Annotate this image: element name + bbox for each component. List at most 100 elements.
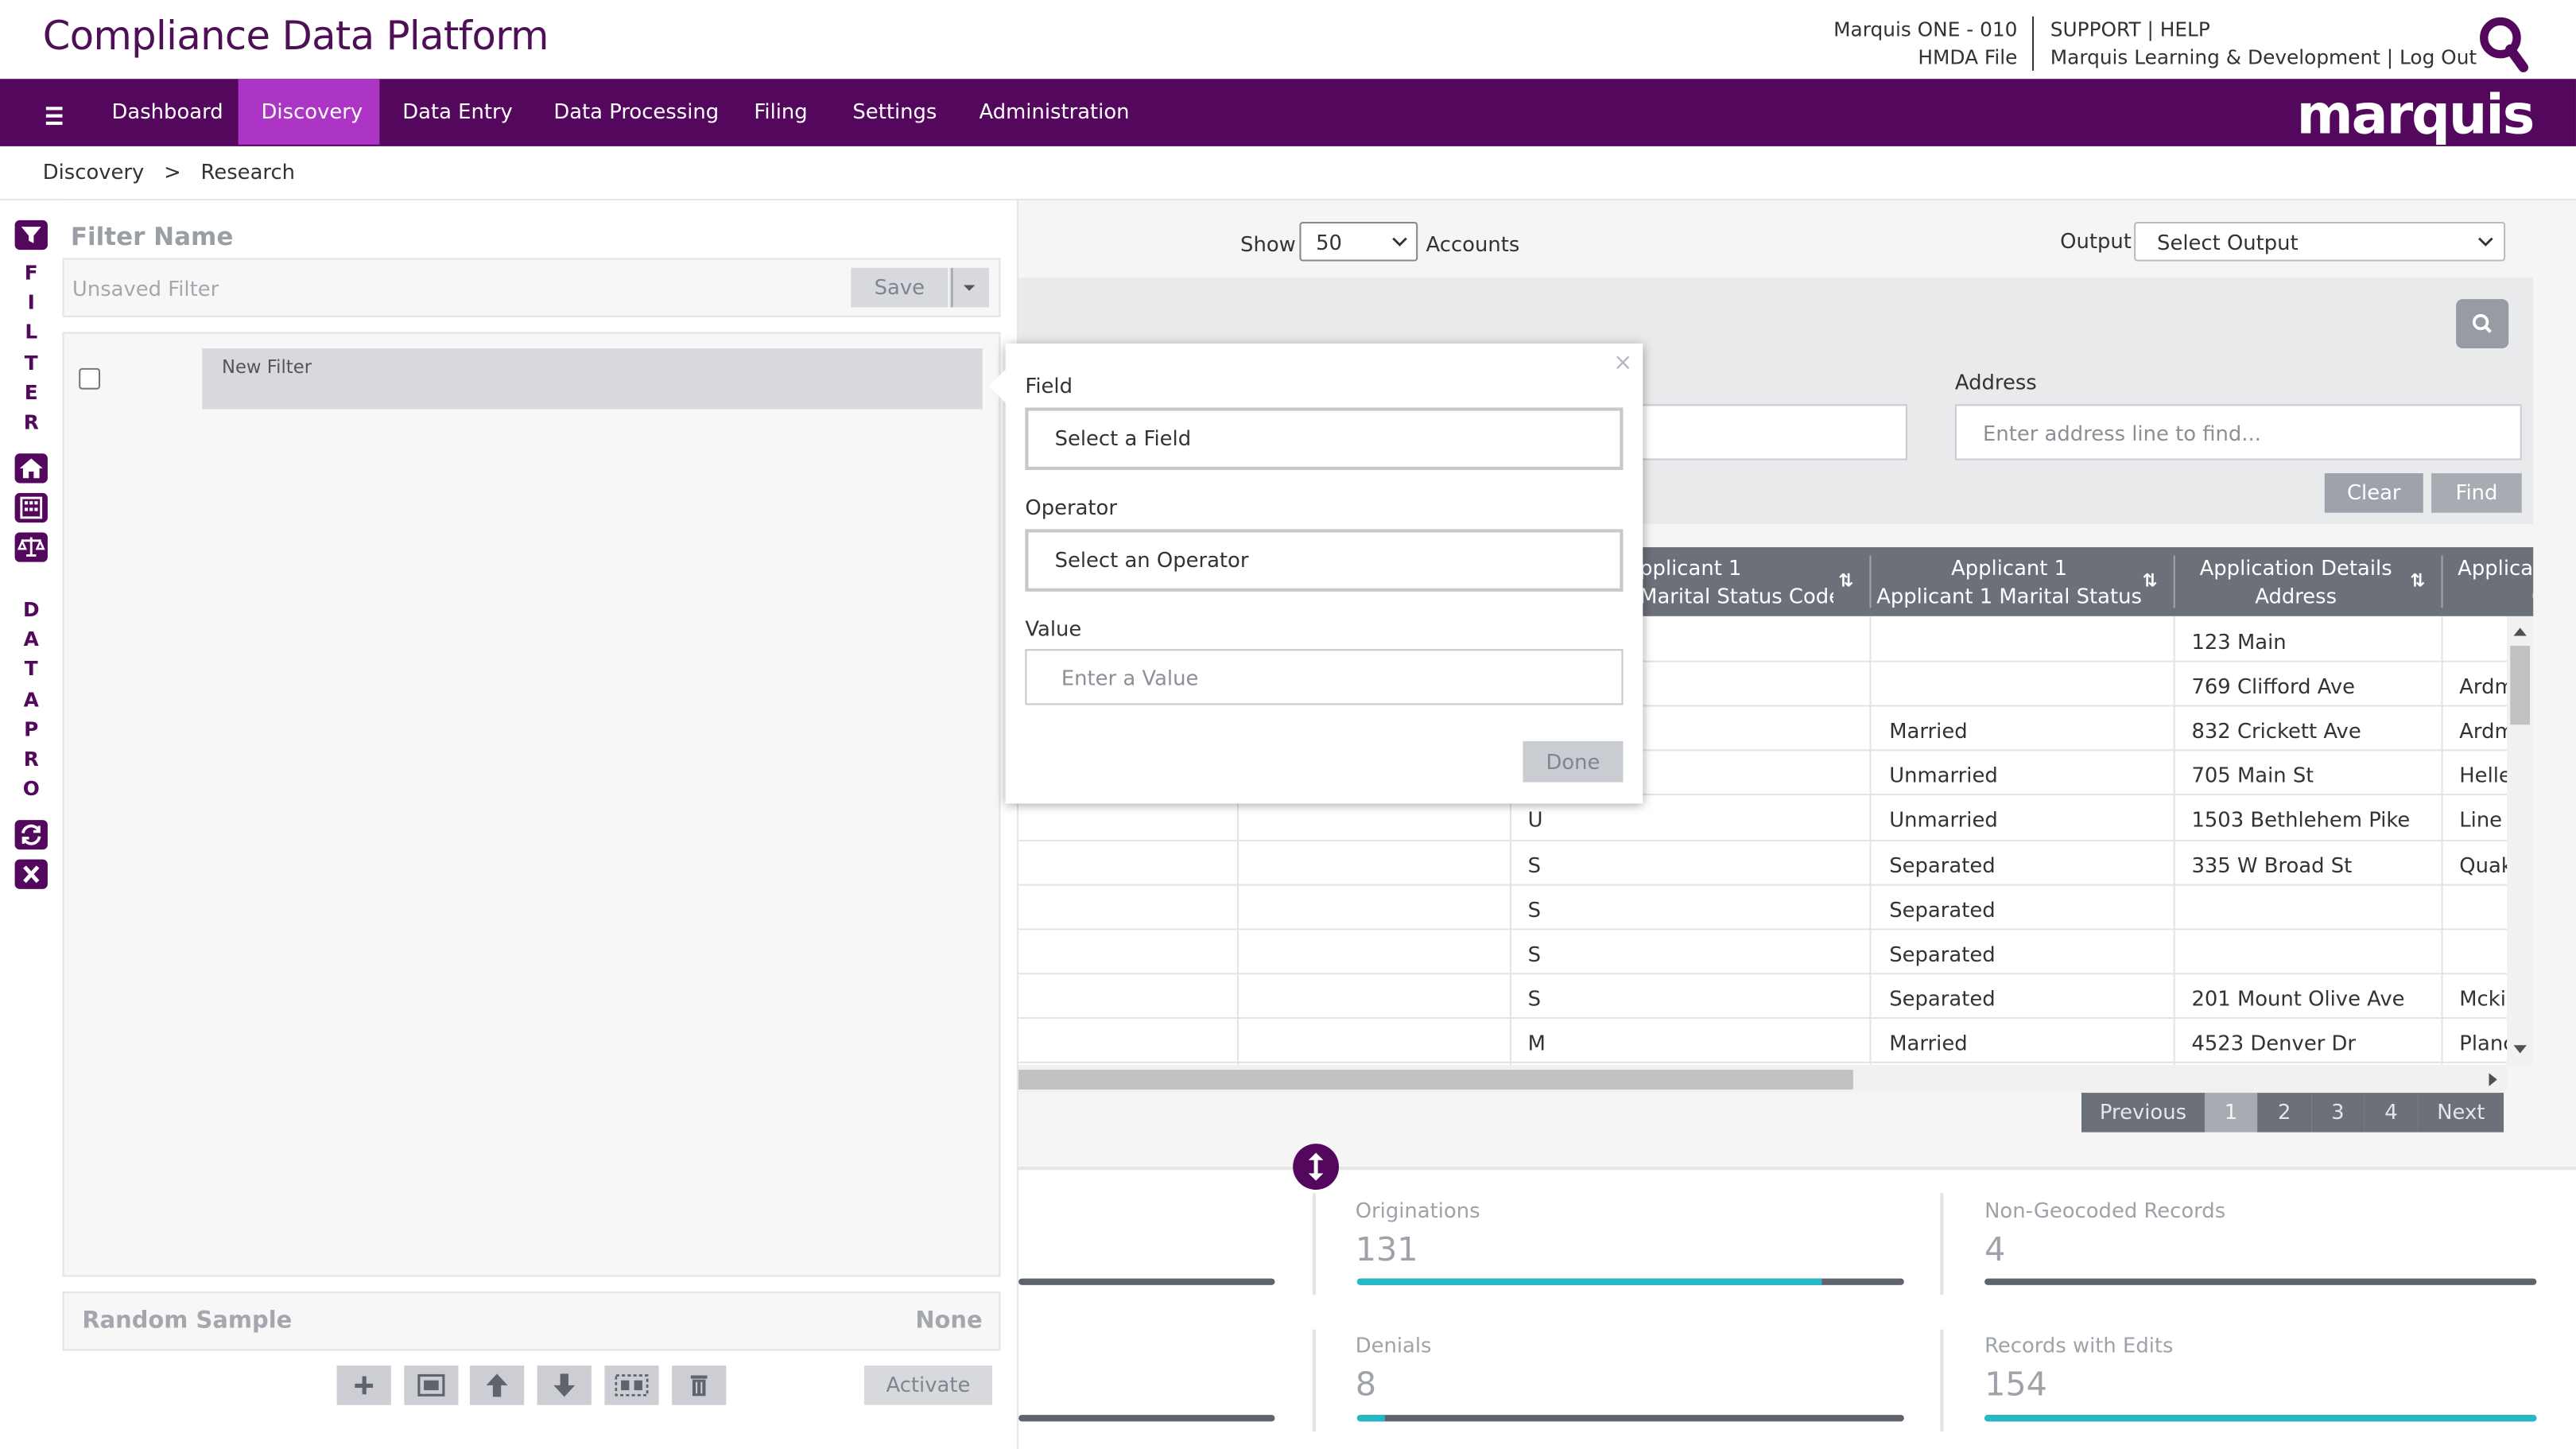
file-name[interactable]: HMDA File <box>1790 44 2017 71</box>
save-dropdown-button[interactable] <box>949 267 989 308</box>
support-help-links[interactable]: SUPPORT | HELP <box>2050 17 2477 44</box>
chevron-down-icon <box>1392 237 1407 247</box>
nav-administration[interactable]: Administration <box>956 79 1153 145</box>
move-up-button[interactable] <box>469 1365 525 1405</box>
stat-separator <box>1940 1329 1944 1432</box>
table-cell-status: Unmarried <box>1889 807 1998 833</box>
table-cell-status: Separated <box>1889 896 1996 922</box>
vertical-scrollbar-thumb[interactable] <box>2510 646 2531 725</box>
sort-icon[interactable]: ⇅ <box>2410 570 2425 592</box>
header-separator <box>2173 555 2175 608</box>
pagination-page-3[interactable]: 3 <box>2311 1093 2365 1132</box>
vertical-resize-icon <box>1308 1152 1324 1181</box>
home-icon[interactable] <box>14 452 49 484</box>
table-cell-code: S <box>1527 896 1542 922</box>
scroll-right-icon[interactable] <box>2489 1073 2498 1086</box>
breadcrumb-research: Research <box>200 159 296 185</box>
table-cell-code: S <box>1527 852 1542 877</box>
table-row-divider <box>1018 1016 2508 1019</box>
col-marital-status[interactable]: Applicant 1 Applicant 1 Marital Status <box>1873 547 2146 616</box>
breadcrumb: Discovery > Research <box>43 159 295 184</box>
nav-data-entry[interactable]: Data Entry <box>379 79 535 145</box>
col-marital-status-code[interactable]: pplicant 1 Marital Status Code <box>1639 547 1833 616</box>
filter-name-placeholder[interactable]: Unsaved Filter <box>72 276 219 301</box>
field-select[interactable]: Select a Field <box>1025 407 1624 470</box>
clear-button[interactable]: Clear <box>2324 473 2423 513</box>
nav-settings[interactable]: Settings <box>829 79 960 145</box>
address-search-input[interactable]: Enter address line to find... <box>1954 404 2522 460</box>
table-cell-city: Ardm <box>2459 674 2508 699</box>
user-logout-links[interactable]: Marquis Learning & Development | Log Out <box>2050 44 2477 71</box>
institution-name[interactable]: Marquis ONE - 010 <box>1790 17 2017 44</box>
nav-discovery[interactable]: Discovery <box>238 79 380 145</box>
group-icon <box>417 1373 445 1397</box>
header-separator <box>2441 555 2443 608</box>
name-search-input[interactable] <box>1638 404 1907 460</box>
header-divider <box>2032 16 2035 71</box>
table-cell-status: Unmarried <box>1889 763 1998 788</box>
scales-icon[interactable] <box>14 530 49 563</box>
scroll-up-icon[interactable] <box>2513 626 2527 636</box>
nav-data-processing[interactable]: Data Processing <box>530 79 742 145</box>
breadcrumb-discovery[interactable]: Discovery <box>43 159 145 184</box>
table-row-divider <box>1018 883 2508 885</box>
page-size-value: 50 <box>1316 230 1342 255</box>
pagination-next[interactable]: Next <box>2418 1093 2504 1132</box>
table-cell-city: Planc <box>2459 1030 2508 1055</box>
sort-icon[interactable]: ⇅ <box>1838 570 1853 592</box>
nav-dashboard[interactable]: Dashboard <box>89 79 246 145</box>
scroll-down-icon[interactable] <box>2513 1045 2527 1055</box>
stat-edits-value: 154 <box>1984 1364 2047 1404</box>
stat-edits-bar <box>1984 1415 2537 1422</box>
activate-filter-button[interactable]: Activate <box>863 1365 993 1405</box>
done-button[interactable]: Done <box>1523 740 1624 783</box>
table-cell-status: Separated <box>1889 852 1996 877</box>
stat-denials-bar <box>1356 1415 1904 1422</box>
nav-filing[interactable]: Filing <box>731 79 831 145</box>
table-cell-address: 705 Main St <box>2191 763 2314 788</box>
ungroup-conditions-button[interactable] <box>604 1365 659 1405</box>
move-down-button[interactable] <box>537 1365 592 1405</box>
close-icon[interactable] <box>14 858 49 891</box>
table-cell-city: Mckir <box>2459 985 2508 1011</box>
building-icon[interactable] <box>14 491 49 524</box>
output-select[interactable]: Select Output <box>2134 221 2506 262</box>
new-filter-condition[interactable]: New Filter <box>202 348 983 410</box>
sort-icon[interactable]: ⇅ <box>2142 570 2157 592</box>
marquis-logo[interactable]: marquis <box>2297 82 2535 146</box>
operator-select[interactable]: Select an Operator <box>1025 529 1624 592</box>
filter-icon[interactable] <box>14 219 49 251</box>
pagination-page-4[interactable]: 4 <box>2364 1093 2419 1132</box>
operator-label: Operator <box>1025 494 1117 519</box>
horizontal-scrollbar-thumb[interactable] <box>1018 1070 1853 1090</box>
pagination-page-1[interactable]: 1 <box>2204 1093 2258 1132</box>
resize-handle[interactable] <box>1293 1144 1340 1191</box>
global-search-icon[interactable] <box>2476 15 2531 74</box>
caret-down-icon <box>963 285 976 291</box>
pagination-previous[interactable]: Previous <box>2081 1093 2205 1132</box>
find-button[interactable]: Find <box>2431 473 2522 513</box>
stat-separator <box>1940 1193 1944 1296</box>
delete-condition-button[interactable] <box>672 1365 727 1405</box>
save-filter-button[interactable]: Save <box>851 267 949 308</box>
stats-panel <box>1018 1168 2576 1449</box>
refresh-icon[interactable] <box>14 818 49 851</box>
filter-row-checkbox[interactable] <box>79 367 101 390</box>
value-input[interactable]: Enter a Value <box>1025 649 1624 705</box>
stat-originations-fill <box>1356 1278 1822 1285</box>
filter-name-heading: Filter Name <box>70 221 234 252</box>
table-cell-city: Quak <box>2459 852 2509 877</box>
col-address[interactable]: Application Details Address <box>2177 547 2415 616</box>
add-condition-button[interactable] <box>336 1365 391 1405</box>
col-city[interactable]: ApplicatiC <box>2445 547 2533 616</box>
stat-separator <box>1312 1329 1317 1432</box>
toggle-search-button[interactable] <box>2456 299 2509 349</box>
popover-close-icon[interactable]: × <box>1613 350 1632 376</box>
stat-denials-value: 8 <box>1355 1364 1377 1404</box>
table-cell-address: 769 Clifford Ave <box>2191 674 2356 699</box>
group-conditions-button[interactable] <box>404 1365 459 1405</box>
pagination-page-2[interactable]: 2 <box>2257 1093 2312 1132</box>
table-cell-code: U <box>1527 807 1543 833</box>
hamburger-icon[interactable] <box>43 102 66 126</box>
page-size-select[interactable]: 50 <box>1299 221 1418 262</box>
